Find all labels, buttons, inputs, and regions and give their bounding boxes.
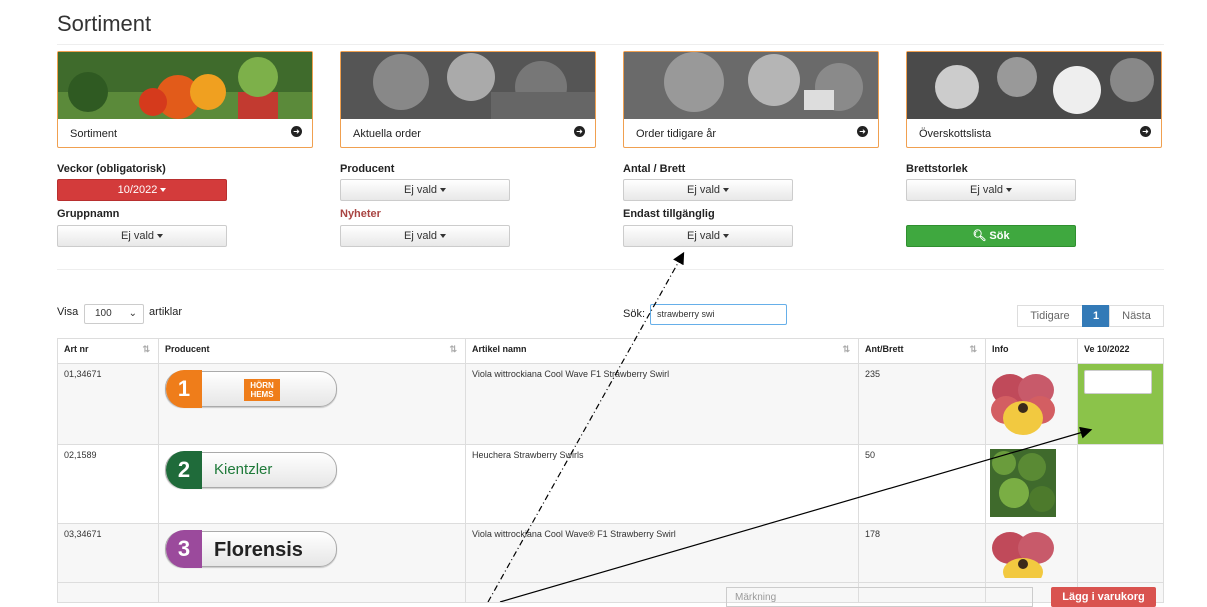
- solid-arrow: [499, 426, 1093, 602]
- annotation-arrows: [487, 251, 1093, 602]
- dashed-arrow: [487, 251, 685, 602]
